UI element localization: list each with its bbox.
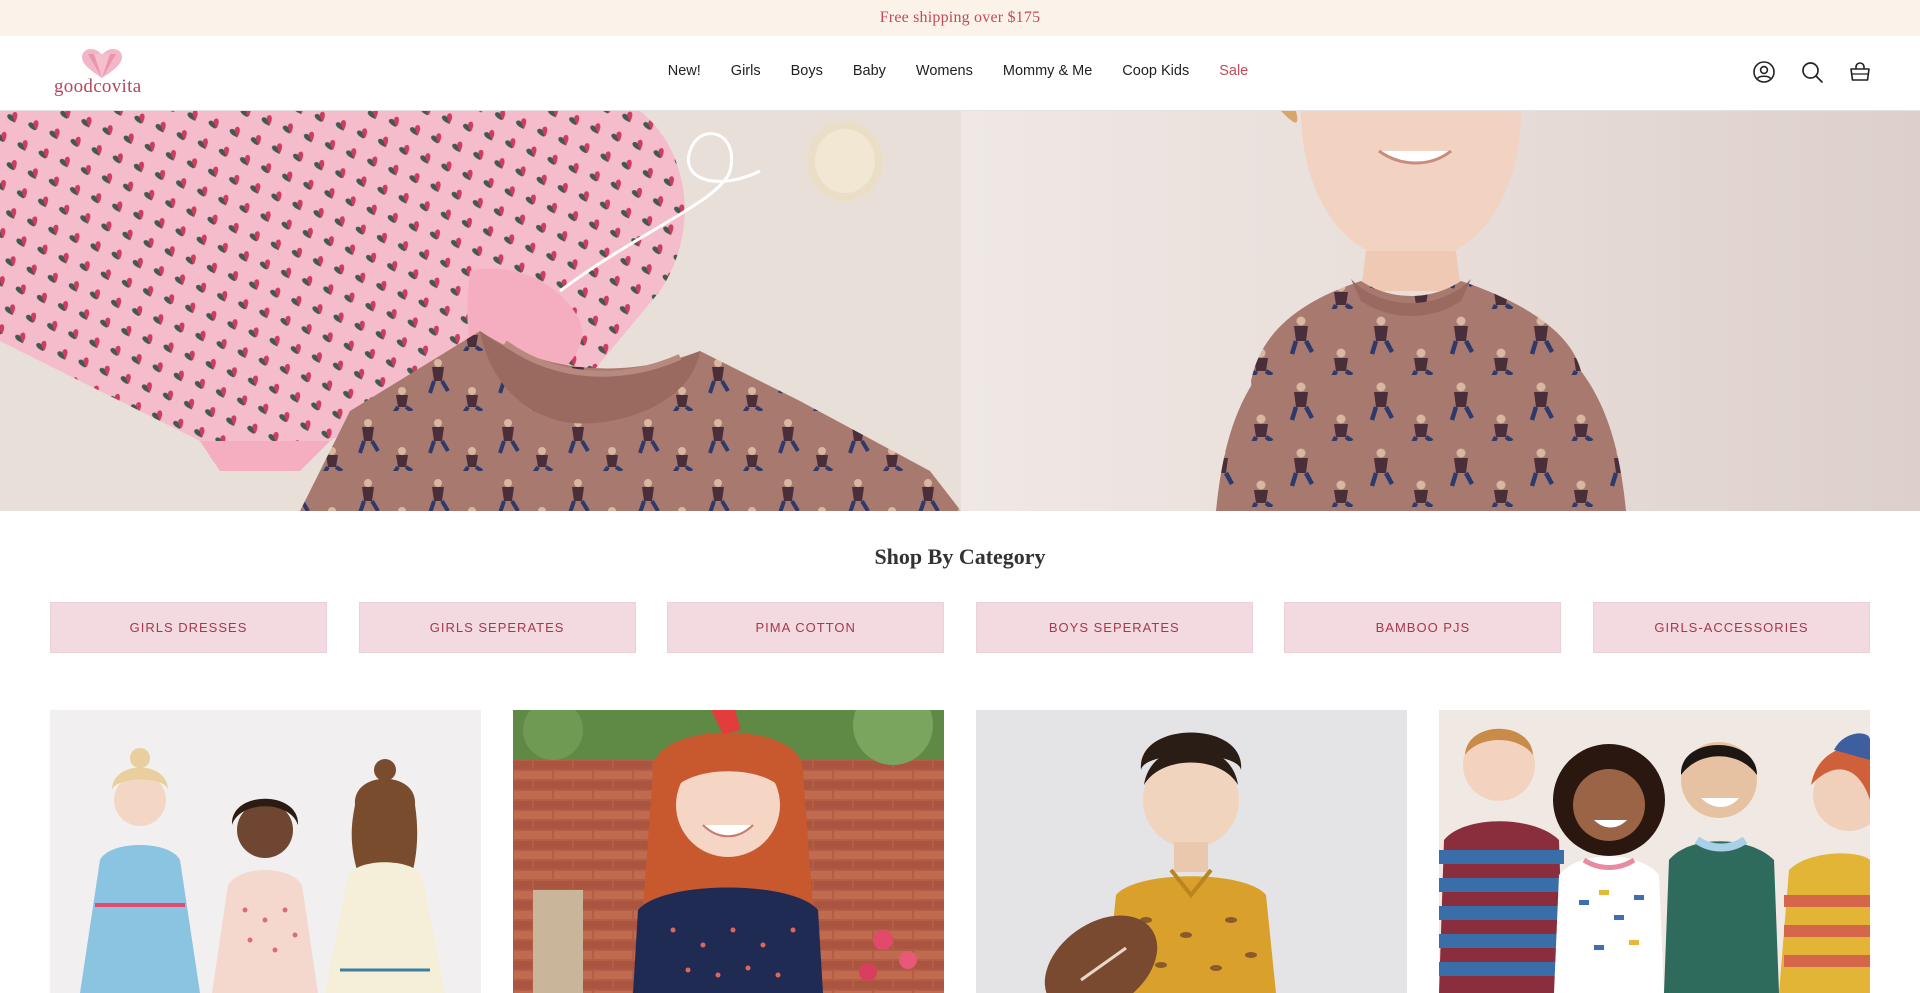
brand-logo[interactable]: goodcovita <box>52 48 148 98</box>
category-buttons: GIRLS DRESSES GIRLS SEPERATES PIMA COTTO… <box>50 602 1870 653</box>
hero-banner[interactable] <box>0 111 1920 511</box>
category-button-pima-cotton[interactable]: PIMA COTTON <box>667 602 945 653</box>
category-button-girls-dresses[interactable]: GIRLS DRESSES <box>50 602 327 653</box>
collection-tile-boys-seperates[interactable] <box>976 710 1407 993</box>
hero-image-right <box>961 111 1920 511</box>
collection-tiles <box>50 710 1870 993</box>
collection-tile-girls-seperates[interactable] <box>513 710 944 993</box>
search-icon[interactable] <box>1800 60 1824 84</box>
category-button-bamboo-pjs[interactable]: BAMBOO PJS <box>1284 602 1562 653</box>
category-section-title: Shop By Category <box>874 544 1046 569</box>
main-nav: New! Girls Boys Baby Womens Mommy & Me C… <box>0 36 1920 106</box>
account-icon[interactable] <box>1752 60 1776 84</box>
announcement-text: Free shipping over $175 <box>879 9 1041 26</box>
category-button-girls-accessories[interactable]: GIRLS-ACCESSORIES <box>1592 602 1870 653</box>
nav-item-new[interactable]: New! <box>668 63 701 79</box>
nav-item-womens[interactable]: Womens <box>916 63 973 79</box>
nav-item-sale[interactable]: Sale <box>1219 63 1248 79</box>
brand-name: goodcovita <box>54 76 142 97</box>
collection-tile-pima-cotton[interactable] <box>1439 710 1870 993</box>
nav-item-boys[interactable]: Boys <box>791 63 823 79</box>
nav-item-mommy-and-me[interactable]: Mommy & Me <box>1003 63 1092 79</box>
cart-icon[interactable] <box>1848 60 1872 84</box>
category-button-girls-seperates[interactable]: GIRLS SEPERATES <box>358 602 636 653</box>
nav-item-coop-kids[interactable]: Coop Kids <box>1122 63 1189 79</box>
header-actions <box>1752 60 1872 84</box>
announcement-bar: Free shipping over $175 <box>0 0 1920 36</box>
nav-item-baby[interactable]: Baby <box>853 63 886 79</box>
hero-image-left <box>0 111 961 511</box>
collection-tile-girls-dresses[interactable] <box>50 710 481 993</box>
site-header: goodcovita New! Girls Boys Baby Womens M… <box>0 36 1920 111</box>
category-button-boys-seperates[interactable]: BOYS SEPERATES <box>975 602 1253 653</box>
nav-item-girls[interactable]: Girls <box>731 63 761 79</box>
